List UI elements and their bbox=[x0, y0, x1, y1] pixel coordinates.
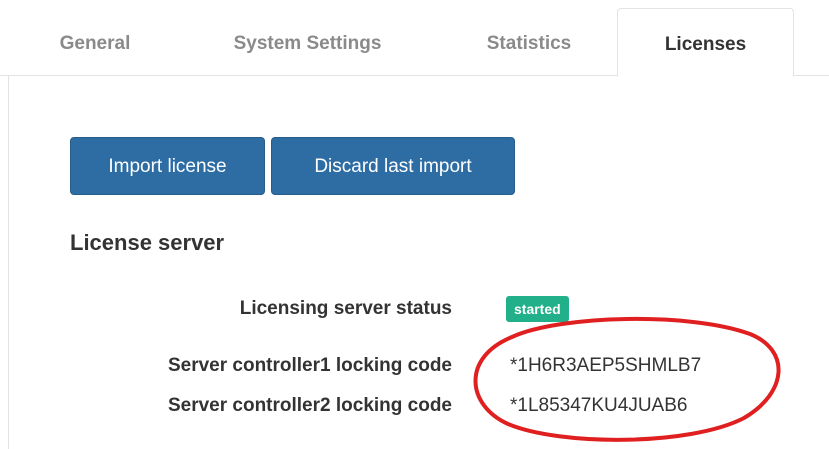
licenses-panel bbox=[8, 76, 829, 449]
controller1-locking-code-label: Server controller1 locking code bbox=[167, 355, 452, 376]
discard-last-import-button[interactable]: Discard last import bbox=[271, 137, 515, 195]
import-license-button[interactable]: Import license bbox=[70, 137, 265, 195]
controller1-locking-code-value: *1H6R3AEP5SHMLB7 bbox=[510, 355, 702, 376]
tab-licenses[interactable]: Licenses bbox=[617, 8, 794, 77]
status-badge: started bbox=[506, 296, 569, 322]
licensing-server-status-label: Licensing server status bbox=[239, 298, 452, 319]
tab-bar: General System Settings Statistics Licen… bbox=[0, 0, 829, 77]
tab-general[interactable]: General bbox=[40, 0, 150, 76]
controller2-locking-code-value: *1L85347KU4JUAB6 bbox=[510, 395, 688, 416]
controller2-locking-code-label: Server controller2 locking code bbox=[167, 395, 452, 416]
tab-system-settings[interactable]: System Settings bbox=[205, 0, 410, 76]
tab-statistics[interactable]: Statistics bbox=[465, 0, 593, 76]
license-server-heading: License server bbox=[70, 230, 225, 255]
